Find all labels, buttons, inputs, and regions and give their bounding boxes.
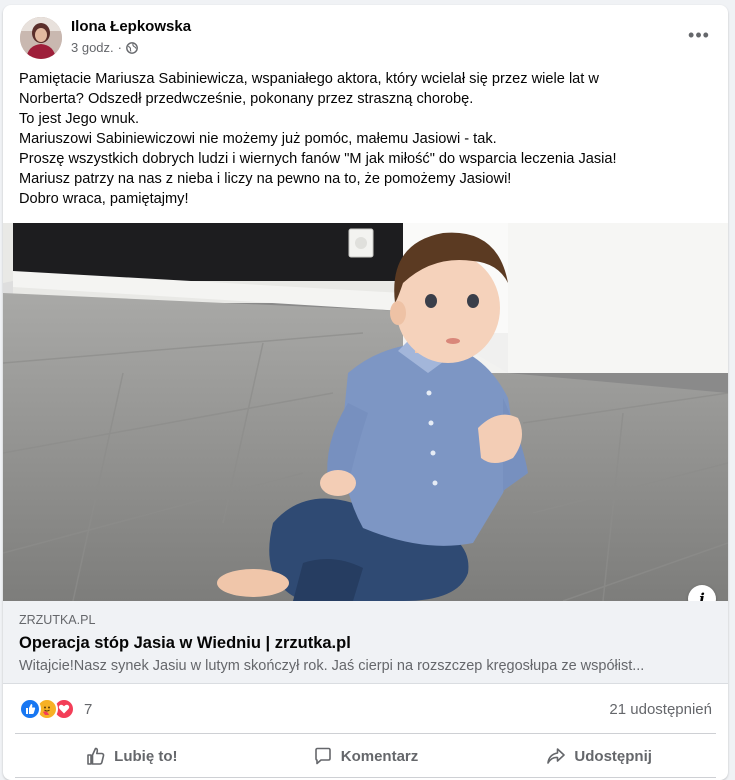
post-text-line: Mariusz patrzy na nas z nieba i liczy na… xyxy=(19,171,512,187)
link-preview[interactable]: ZRZUTKA.PL Operacja stóp Jasia w Wiedniu… xyxy=(3,601,728,684)
more-horizontal-icon[interactable]: ••• xyxy=(684,23,714,47)
shares-count[interactable]: 21 udostępnień xyxy=(609,701,712,718)
post-text: Pamiętacie Mariusza Sabiniewicza, wspani… xyxy=(19,69,719,209)
post-card: Ilona Łepkowska 3 godz. · ••• Pamiętacie… xyxy=(3,5,728,780)
reactions-summary[interactable]: 7 xyxy=(19,698,92,720)
post-text-line: Pamiętacie Mariusza Sabiniewicza, wspani… xyxy=(19,71,599,87)
post-timestamp[interactable]: 3 godz. xyxy=(71,40,114,55)
post-text-line: Norberta? Odszedł przedwcześnie, pokonan… xyxy=(19,91,474,107)
post-text-line: Mariuszowi Sabiniewiczowi nie możemy już… xyxy=(19,131,497,147)
share-icon xyxy=(547,748,566,764)
reaction-count: 7 xyxy=(84,700,93,718)
share-label: Udostępnij xyxy=(574,747,652,765)
link-description: Witajcie!Nasz synek Jasiu w lutym skończ… xyxy=(19,658,645,674)
post-stats: 7 21 udostępnień xyxy=(3,685,728,729)
author-avatar[interactable] xyxy=(20,17,62,59)
post-meta: 3 godz. · xyxy=(71,40,138,55)
thumbs-up-icon xyxy=(87,747,105,765)
comment-icon xyxy=(314,747,331,765)
author-name[interactable]: Ilona Łepkowska xyxy=(71,18,191,35)
post-text-line: Proszę wszystkich dobrych ludzi i wierny… xyxy=(19,151,617,167)
share-button[interactable]: Udostępnij xyxy=(482,734,716,778)
comment-button[interactable]: Komentarz xyxy=(249,734,483,778)
post-header: Ilona Łepkowska 3 godz. · ••• xyxy=(3,5,728,69)
post-photo[interactable] xyxy=(3,223,728,601)
post-actions: Lubię to! Komentarz Udostępnij xyxy=(15,733,716,778)
link-domain: ZRZUTKA.PL xyxy=(19,613,96,627)
like-button[interactable]: Lubię to! xyxy=(15,734,249,778)
link-title[interactable]: Operacja stóp Jasia w Wiedniu | zrzutka.… xyxy=(19,634,351,653)
post-text-line: Dobro wraca, pamiętajmy! xyxy=(19,191,189,207)
meta-separator: · xyxy=(117,40,122,55)
divider xyxy=(15,777,716,778)
globe-icon[interactable] xyxy=(126,41,138,54)
post-text-line: To jest Jego wnuk. xyxy=(19,111,140,127)
like-label: Lubię to! xyxy=(114,747,178,765)
comment-label: Komentarz xyxy=(340,747,419,765)
like-reaction-icon xyxy=(19,698,41,720)
